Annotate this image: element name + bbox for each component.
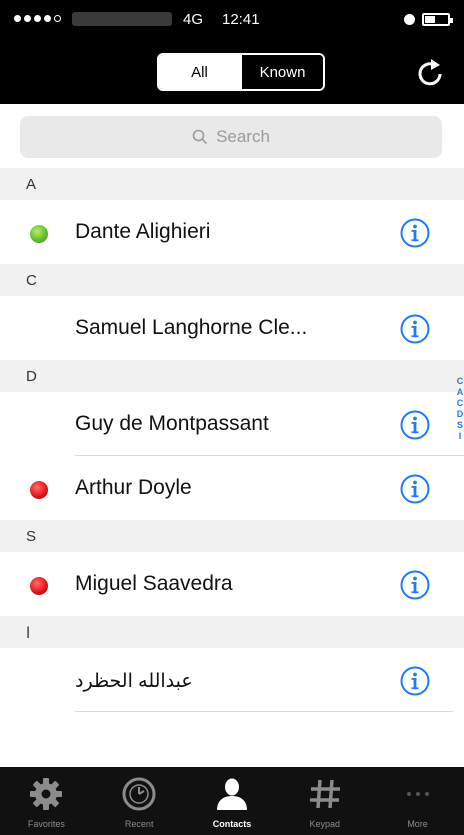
search-area: Search [0, 104, 464, 168]
section-index-item[interactable]: A [457, 387, 464, 398]
filter-known-segment[interactable]: Known [240, 55, 323, 89]
search-input[interactable]: Search [20, 116, 442, 158]
section-header-arabic: ا [0, 616, 464, 648]
status-time: 12:41 [222, 11, 260, 28]
tab-label: Contacts [212, 819, 252, 829]
alarm-icon [404, 14, 415, 25]
section-letter: S [26, 528, 37, 545]
section-letter: A [26, 176, 37, 193]
tab-contacts[interactable]: Contacts [186, 767, 279, 835]
section-index[interactable]: C A C D S I [456, 376, 464, 442]
info-icon[interactable] [399, 409, 431, 441]
gear-icon [30, 778, 63, 810]
clock-icon [122, 777, 156, 811]
section-index-item[interactable]: S [457, 420, 463, 431]
section-letter: D [26, 368, 37, 385]
info-icon[interactable] [399, 569, 431, 601]
contact-row[interactable]: Dante Alighieri [0, 200, 464, 264]
section-index-item[interactable]: D [457, 409, 464, 420]
contact-row[interactable]: Miguel Saavedra [0, 552, 464, 616]
info-icon[interactable] [399, 313, 431, 345]
contact-row[interactable]: Samuel Langhorne Cle... [0, 296, 464, 360]
section-index-item[interactable]: I [459, 431, 462, 442]
section-index-item[interactable]: C [457, 398, 464, 409]
search-icon [192, 129, 208, 145]
contacts-filter-control: All Known [157, 53, 325, 91]
signal-strength-icon [14, 15, 61, 22]
section-index-item[interactable]: C [457, 376, 464, 387]
section-header-c: C [0, 264, 464, 296]
contact-name: Arthur Doyle [75, 476, 192, 499]
contact-row[interactable]: Arthur Doyle [0, 456, 464, 520]
info-icon[interactable] [399, 473, 431, 505]
tab-label: Keypad [309, 819, 341, 829]
section-header-s: S [0, 520, 464, 552]
contact-name: عبدالله الحظرد [75, 671, 193, 692]
section-letter: ا [26, 625, 31, 642]
section-letter: C [26, 272, 37, 289]
contact-row[interactable]: عبدالله الحظرد [0, 648, 464, 712]
contact-row[interactable]: Guy de Montpassant [0, 392, 464, 456]
carrier-name-redacted [72, 12, 172, 26]
status-bar: 4G 12:41 [0, 0, 464, 40]
ellipsis-icon [406, 792, 429, 796]
row-divider [75, 711, 453, 712]
network-type: 4G [183, 11, 204, 28]
person-icon [216, 778, 247, 810]
tab-label: More [407, 819, 428, 829]
contact-name: Dante Alighieri [75, 220, 211, 243]
navigation-bar: All Known [0, 40, 464, 104]
filter-all-segment[interactable]: All [159, 55, 240, 89]
search-placeholder: Search [216, 127, 270, 146]
contact-name: Guy de Montpassant [75, 412, 269, 435]
hash-icon [309, 779, 340, 809]
tab-favorites[interactable]: Favorites [0, 767, 93, 835]
section-header-d: D [0, 360, 464, 392]
contact-name: Miguel Saavedra [75, 572, 233, 595]
section-header-a: A [0, 168, 464, 200]
tab-label: Favorites [27, 819, 65, 829]
tab-recent[interactable]: Recent [93, 767, 186, 835]
tab-bar: Favorites Recent Contacts Keypad More [0, 767, 464, 835]
presence-busy-icon [30, 577, 48, 595]
tab-keypad[interactable]: Keypad [278, 767, 371, 835]
tab-label: Recent [124, 819, 154, 829]
info-icon[interactable] [399, 217, 431, 249]
contact-name: Samuel Langhorne Cle... [75, 316, 308, 339]
presence-busy-icon [30, 481, 48, 499]
info-icon[interactable] [399, 665, 431, 697]
refresh-icon[interactable] [414, 56, 448, 90]
presence-online-icon [30, 225, 48, 243]
battery-icon [422, 13, 453, 26]
tab-more[interactable]: More [371, 767, 464, 835]
